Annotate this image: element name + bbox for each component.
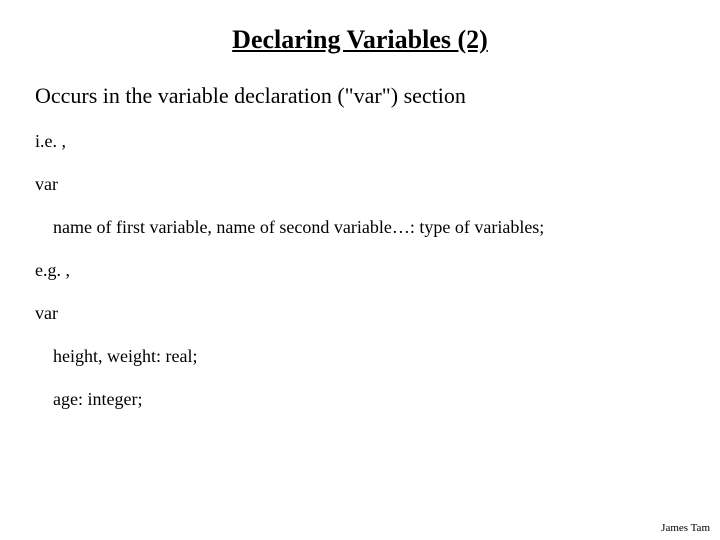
var-keyword-2: var xyxy=(35,303,685,324)
example-real: height, weight: real; xyxy=(35,346,685,367)
eg-label: e.g. , xyxy=(35,260,685,281)
intro-text: Occurs in the variable declaration ("var… xyxy=(35,83,685,109)
example-integer: age: integer; xyxy=(35,389,685,410)
syntax-template: name of first variable, name of second v… xyxy=(35,217,685,238)
var-keyword-1: var xyxy=(35,174,685,195)
footer-author: James Tam xyxy=(661,522,710,534)
slide-title: Declaring Variables (2) xyxy=(35,25,685,55)
ie-label: i.e. , xyxy=(35,131,685,152)
